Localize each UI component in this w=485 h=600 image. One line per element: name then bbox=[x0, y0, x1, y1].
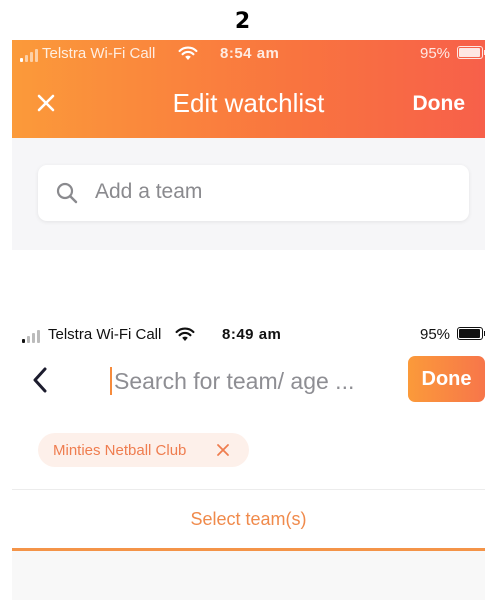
tab-select-teams[interactable]: Select team(s) bbox=[12, 509, 485, 530]
done-button[interactable]: Done bbox=[408, 356, 485, 402]
battery-percent: 95% bbox=[420, 45, 451, 62]
battery-icon bbox=[457, 327, 485, 340]
wifi-icon bbox=[178, 46, 198, 60]
battery-icon bbox=[457, 46, 485, 59]
done-button[interactable]: Done bbox=[413, 92, 466, 116]
header-bar: Telstra Wi-Fi Call 8:54 am 95% Edit watc… bbox=[12, 40, 485, 138]
results-area bbox=[12, 551, 485, 600]
signal-icon bbox=[22, 330, 40, 343]
status-time: 8:49 am bbox=[222, 326, 282, 343]
step-number: 2 bbox=[234, 9, 251, 34]
search-placeholder: Add a team bbox=[95, 180, 203, 203]
signal-icon bbox=[20, 49, 38, 62]
chevron-left-icon[interactable] bbox=[30, 366, 50, 394]
team-search-input[interactable]: Search for team/ age ... bbox=[110, 364, 390, 398]
status-bar: Telstra Wi-Fi Call 8:54 am 95% bbox=[12, 40, 485, 66]
team-search-screen: Telstra Wi-Fi Call 8:49 am 95% Search fo… bbox=[12, 318, 485, 600]
text-cursor bbox=[110, 367, 112, 395]
chip-label: Minties Netball Club bbox=[53, 442, 187, 459]
search-icon bbox=[56, 182, 78, 204]
carrier-label: Telstra Wi-Fi Call bbox=[48, 326, 162, 343]
battery-percent: 95% bbox=[420, 326, 451, 343]
edit-watchlist-screen: Telstra Wi-Fi Call 8:54 am 95% Edit watc… bbox=[12, 40, 485, 250]
carrier-label: Telstra Wi-Fi Call bbox=[42, 45, 156, 62]
search-placeholder: Search for team/ age ... bbox=[114, 368, 355, 394]
add-team-search-field[interactable]: Add a team bbox=[38, 165, 469, 221]
status-time: 8:54 am bbox=[220, 45, 280, 62]
divider bbox=[12, 489, 485, 490]
status-bar: Telstra Wi-Fi Call 8:49 am 95% bbox=[12, 318, 485, 348]
wifi-icon bbox=[175, 327, 195, 341]
close-icon[interactable] bbox=[216, 443, 230, 457]
selected-team-chip[interactable]: Minties Netball Club bbox=[38, 433, 249, 467]
